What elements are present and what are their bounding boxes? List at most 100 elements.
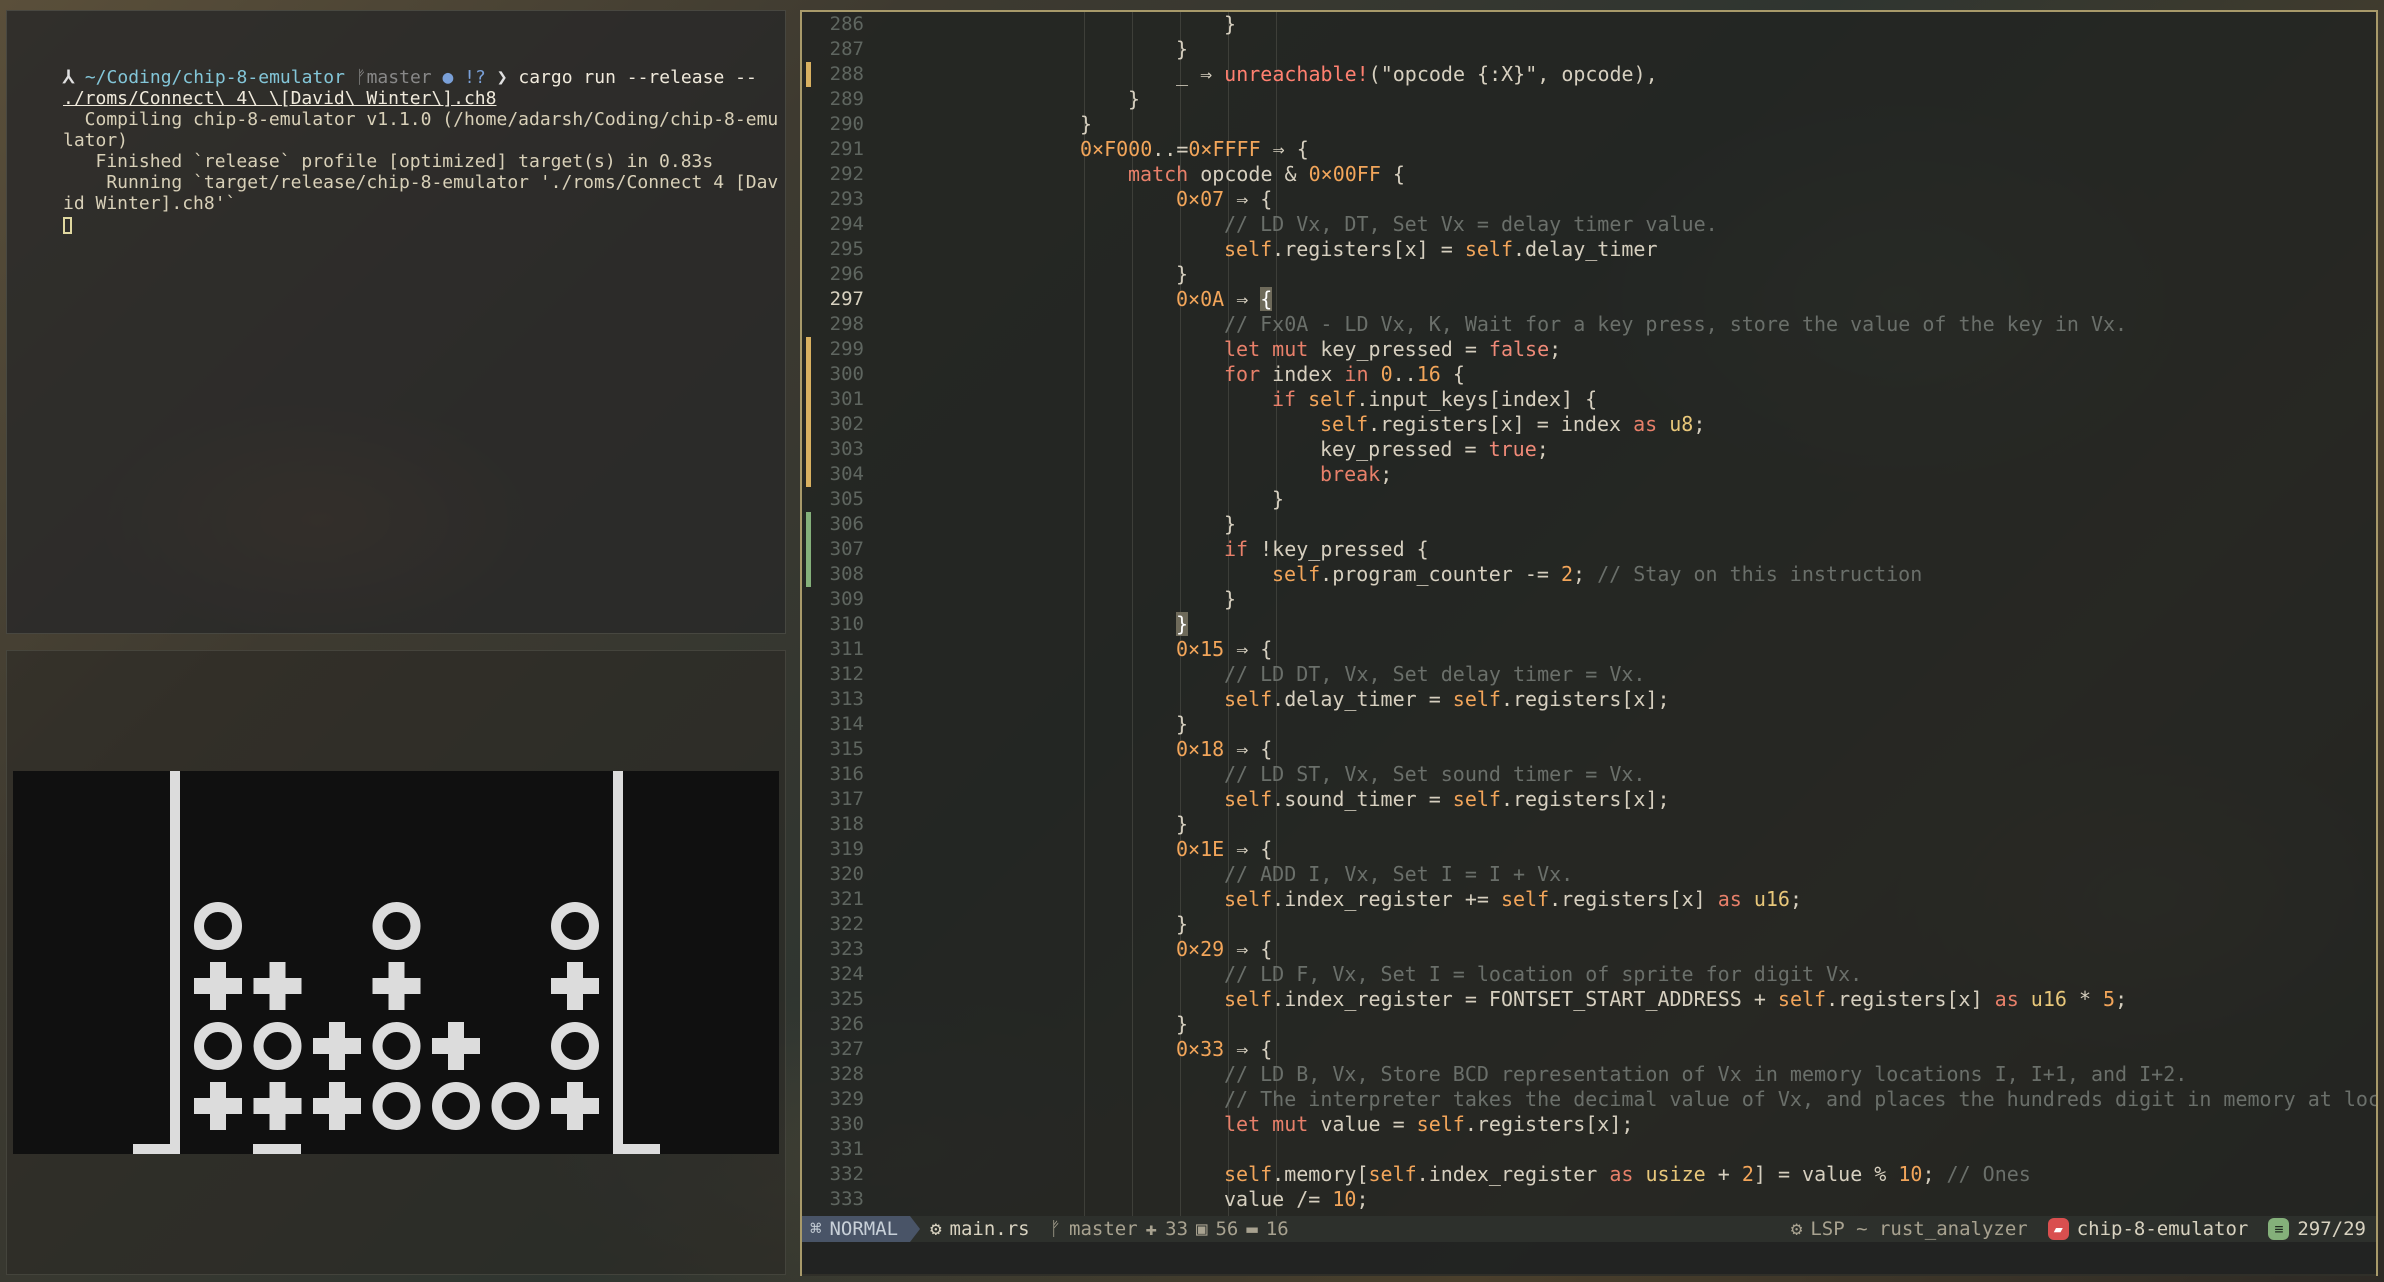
code-line[interactable]: 321 self.index_register += self.registers… (802, 887, 2376, 912)
code-line[interactable]: 313 self.delay_timer = self.registers[x]; (802, 687, 2376, 712)
code-line[interactable]: 294 // LD Vx, DT, Set Vx = delay timer va… (802, 212, 2376, 237)
code-token: { (1260, 287, 1273, 311)
code-line[interactable]: 302 self.registers[x] = index as u8; (802, 412, 2376, 437)
code-line[interactable]: 296} (802, 262, 2376, 287)
code-token: ⇒ { (1260, 137, 1309, 161)
code-line[interactable]: 288 _ ⇒ unreachable!("opcode {:X}", opcod… (802, 62, 2376, 87)
code-token: self (1224, 787, 1273, 811)
code-line[interactable]: 333 value /= 10; (802, 1187, 2376, 1212)
rust-icon: ⚙ (930, 1218, 942, 1240)
code-line[interactable]: 327 0×33 ⇒ { (802, 1037, 2376, 1062)
code-line[interactable]: 295 self.registers[x] = self.delay_timer (802, 237, 2376, 262)
terminal-window[interactable]: ⅄ ~/Coding/chip-8-emulator ᚠmaster ● !? … (6, 10, 786, 634)
code-text: // ADD I, Vx, Set I = I + Vx. (1224, 862, 1573, 887)
code-line[interactable]: 310} (802, 612, 2376, 637)
code-line[interactable]: 308 self.program_counter -= 2; // Stay on… (802, 562, 2376, 587)
code-token: .registers[x] = (1272, 237, 1465, 261)
code-token: ; (1573, 562, 1598, 586)
line-number: 301 (829, 388, 864, 410)
command-line[interactable] (802, 1242, 2376, 1276)
code-line[interactable]: 306} (802, 512, 2376, 537)
project-name: chip-8-emulator (2076, 1218, 2249, 1240)
branch-icon: ᚠ (355, 67, 367, 88)
code-token: self (1224, 1162, 1273, 1186)
code-line[interactable]: 303 key_pressed = true; (802, 437, 2376, 462)
code-line[interactable]: 297 0×0A ⇒ { (802, 287, 2376, 312)
code-line[interactable]: 298 // Fx0A - LD Vx, K, Wait for a key pr… (802, 312, 2376, 337)
drop-cursor (253, 1144, 301, 1154)
code-token: ; (1380, 462, 1393, 486)
line-number: 320 (829, 863, 864, 885)
code-line[interactable]: 322} (802, 912, 2376, 937)
editor-window[interactable]: 286} 287} 288 _ ⇒ unreachable!("opcode {:X}… (800, 10, 2378, 1276)
line-number: 327 (829, 1038, 864, 1060)
code-line[interactable]: 315 0×18 ⇒ { (802, 737, 2376, 762)
code-text: self.registers[x] = index as u8; (1320, 412, 1705, 437)
code-line[interactable]: 311 0×15 ⇒ { (802, 637, 2376, 662)
code-text: } (1080, 112, 1092, 137)
code-line[interactable]: 330 let mut value = self.registers[x]; (802, 1112, 2376, 1137)
code-token: self (1224, 987, 1273, 1011)
code-line[interactable]: 287} (802, 37, 2376, 62)
code-token: self (1464, 237, 1513, 261)
project-indicator: ▰ chip-8-emulator (2038, 1216, 2259, 1242)
code-token: } (1176, 812, 1189, 836)
code-line[interactable]: 316 // LD ST, Vx, Set sound timer = Vx. (802, 762, 2376, 787)
code-text: 0×15 ⇒ { (1176, 637, 1272, 662)
code-line[interactable]: 317 self.sound_timer = self.registers[x]; (802, 787, 2376, 812)
code-token: in (1344, 362, 1369, 386)
line-number: 293 (829, 188, 864, 210)
code-line[interactable]: 299 let mut key_pressed = false; (802, 337, 2376, 362)
code-token: ⇒ { (1224, 837, 1273, 861)
added-icon: ✚ (1145, 1218, 1158, 1240)
code-token: .registers[x]; (1464, 1112, 1634, 1136)
code-line[interactable]: 291 0×F000..=0×FFFF ⇒ { (802, 137, 2376, 162)
code-line[interactable]: 323 0×29 ⇒ { (802, 937, 2376, 962)
git-added: 33 (1165, 1218, 1189, 1240)
code-line[interactable]: 286} (802, 12, 2376, 37)
code-line[interactable]: 305} (802, 487, 2376, 512)
code-line[interactable]: 293 0×07 ⇒ { (802, 187, 2376, 212)
code-line[interactable]: 309} (802, 587, 2376, 612)
code-line[interactable]: 318} (802, 812, 2376, 837)
code-token: ; (1549, 337, 1562, 361)
code-token: 0×1E (1176, 837, 1225, 861)
line-number: 305 (829, 488, 864, 510)
code-line[interactable]: 319 0×1E ⇒ { (802, 837, 2376, 862)
code-line[interactable]: 301 if self.input_keys[index] { (802, 387, 2376, 412)
code-line[interactable]: 326} (802, 1012, 2376, 1037)
code-line[interactable]: 320 // ADD I, Vx, Set I = I + Vx. (802, 862, 2376, 887)
code-line[interactable]: 300 for index in 0..16 { (802, 362, 2376, 387)
code-line[interactable]: 312 // LD DT, Vx, Set delay timer = Vx. (802, 662, 2376, 687)
code-buffer[interactable]: 286} 287} 288 _ ⇒ unreachable!("opcode {:X}… (802, 12, 2376, 1216)
code-line[interactable]: 324 // LD F, Vx, Set I = location of spri… (802, 962, 2376, 987)
code-line[interactable]: 307 if !key_pressed { (802, 537, 2376, 562)
connect4-board (133, 771, 660, 1154)
code-line[interactable]: 304 break; (802, 462, 2376, 487)
code-line[interactable]: 292 match opcode & 0×00FF { (802, 162, 2376, 187)
code-line[interactable]: 325 self.index_register = FONTSET_START_A… (802, 987, 2376, 1012)
code-line[interactable]: 328 // LD B, Vx, Store BCD representation… (802, 1062, 2376, 1087)
code-line[interactable]: 289} (802, 87, 2376, 112)
emulator-window[interactable] (6, 650, 786, 1275)
code-token: mut (1272, 337, 1309, 361)
solid-piece (194, 1082, 242, 1130)
code-line[interactable]: 314} (802, 712, 2376, 737)
code-line[interactable]: 332 self.memory[self.index_register as us… (802, 1162, 2376, 1187)
solid-piece (551, 962, 599, 1010)
code-text: match opcode & 0×00FF { (1128, 162, 1405, 187)
code-token: index (1260, 362, 1345, 386)
line-number: 299 (829, 338, 864, 360)
emulator-screen[interactable] (13, 771, 779, 1154)
code-text: // LD B, Vx, Store BCD representation of… (1224, 1062, 2187, 1087)
code-token: break (1320, 462, 1381, 486)
code-line[interactable]: 329 // The interpreter takes the decimal … (802, 1087, 2376, 1112)
code-line[interactable]: 331 (802, 1137, 2376, 1162)
prompt-symbol: ⅄ (63, 67, 74, 88)
code-line[interactable]: 290} (802, 112, 2376, 137)
code-token: } (1128, 87, 1141, 111)
code-token: 0×00FF (1308, 162, 1381, 186)
line-number: 333 (829, 1188, 864, 1210)
